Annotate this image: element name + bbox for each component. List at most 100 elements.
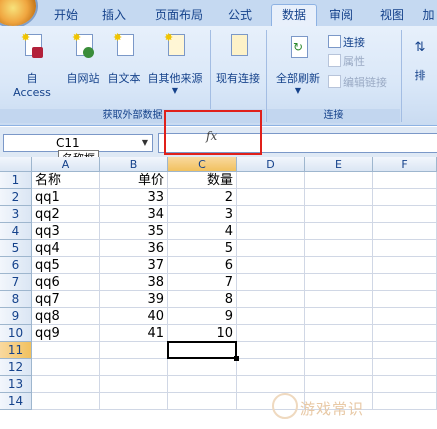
cell-f12[interactable] xyxy=(373,359,437,376)
tab-view[interactable]: 视图 xyxy=(374,5,410,25)
refresh-all-button[interactable]: ↻ 全部刷新 ▼ xyxy=(270,34,326,95)
cell-b12[interactable] xyxy=(100,359,168,376)
cell-d13[interactable] xyxy=(237,376,305,393)
tab-data[interactable]: 数据 xyxy=(271,4,317,27)
cell-a12[interactable] xyxy=(32,359,100,376)
cell-e2[interactable] xyxy=(305,189,373,206)
cell-d3[interactable] xyxy=(237,206,305,223)
cell-b1[interactable]: 单价 xyxy=(100,172,168,189)
cell-a1[interactable]: 名称 xyxy=(32,172,100,189)
cell-d8[interactable] xyxy=(237,291,305,308)
cell-d6[interactable] xyxy=(237,257,305,274)
cell-e11[interactable] xyxy=(305,342,373,359)
cell-a10[interactable]: qq9 xyxy=(32,325,100,342)
cell-a5[interactable]: qq4 xyxy=(32,240,100,257)
row-header-11[interactable]: 11 xyxy=(0,342,32,359)
sort-button[interactable]: ⇅ 排 xyxy=(405,40,435,83)
cell-e13[interactable] xyxy=(305,376,373,393)
cell-e10[interactable] xyxy=(305,325,373,342)
cell-e5[interactable] xyxy=(305,240,373,257)
cell-b9[interactable]: 40 xyxy=(100,308,168,325)
tab-review[interactable]: 审阅 xyxy=(323,5,359,25)
from-text-button[interactable]: ✸ 自文本 xyxy=(104,32,144,86)
cell-b2[interactable]: 33 xyxy=(100,189,168,206)
cell-a4[interactable]: qq3 xyxy=(32,223,100,240)
cell-b3[interactable]: 34 xyxy=(100,206,168,223)
cell-a9[interactable]: qq8 xyxy=(32,308,100,325)
row-header-1[interactable]: 1 xyxy=(0,172,32,189)
cell-b11[interactable] xyxy=(100,342,168,359)
cell-f11[interactable] xyxy=(373,342,437,359)
row-header-13[interactable]: 13 xyxy=(0,376,32,393)
cell-f1[interactable] xyxy=(373,172,437,189)
cell-c1[interactable]: 数量 xyxy=(168,172,237,189)
fill-handle[interactable] xyxy=(234,356,239,361)
office-button[interactable] xyxy=(0,0,36,26)
cell-d9[interactable] xyxy=(237,308,305,325)
tab-home[interactable]: 开始 xyxy=(48,5,84,25)
cell-c2[interactable]: 2 xyxy=(168,189,237,206)
column-header-c[interactable]: C xyxy=(168,157,237,172)
cell-c3[interactable]: 3 xyxy=(168,206,237,223)
row-header-7[interactable]: 7 xyxy=(0,274,32,291)
from-access-button[interactable]: ✸ 自 Access xyxy=(6,32,58,99)
row-header-12[interactable]: 12 xyxy=(0,359,32,376)
cell-d12[interactable] xyxy=(237,359,305,376)
cell-a14[interactable] xyxy=(32,393,100,410)
cell-d2[interactable] xyxy=(237,189,305,206)
tab-page-layout[interactable]: 页面布局 xyxy=(147,5,211,25)
cell-b4[interactable]: 35 xyxy=(100,223,168,240)
cell-d11[interactable] xyxy=(237,342,305,359)
cell-e6[interactable] xyxy=(305,257,373,274)
existing-connections-button[interactable]: 现有连接 xyxy=(213,32,263,86)
tab-formulas[interactable]: 公式 xyxy=(220,5,260,25)
cell-d1[interactable] xyxy=(237,172,305,189)
cell-c6[interactable]: 6 xyxy=(168,257,237,274)
row-header-10[interactable]: 10 xyxy=(0,325,32,342)
chevron-down-icon[interactable]: ▼ xyxy=(142,135,148,151)
cell-e4[interactable] xyxy=(305,223,373,240)
cell-c7[interactable]: 7 xyxy=(168,274,237,291)
cell-c4[interactable]: 4 xyxy=(168,223,237,240)
cell-e8[interactable] xyxy=(305,291,373,308)
column-header-e[interactable]: E xyxy=(305,157,373,172)
cell-f4[interactable] xyxy=(373,223,437,240)
row-header-3[interactable]: 3 xyxy=(0,206,32,223)
row-header-14[interactable]: 14 xyxy=(0,393,32,410)
cell-c9[interactable]: 9 xyxy=(168,308,237,325)
cell-e1[interactable] xyxy=(305,172,373,189)
row-header-9[interactable]: 9 xyxy=(0,308,32,325)
cell-f10[interactable] xyxy=(373,325,437,342)
cell-b5[interactable]: 36 xyxy=(100,240,168,257)
cell-f3[interactable] xyxy=(373,206,437,223)
cell-c8[interactable]: 8 xyxy=(168,291,237,308)
cell-f5[interactable] xyxy=(373,240,437,257)
cell-d4[interactable] xyxy=(237,223,305,240)
cell-c10[interactable]: 10 xyxy=(168,325,237,342)
cell-b7[interactable]: 38 xyxy=(100,274,168,291)
cell-b8[interactable]: 39 xyxy=(100,291,168,308)
cell-a11[interactable] xyxy=(32,342,100,359)
cell-d10[interactable] xyxy=(237,325,305,342)
column-header-d[interactable]: D xyxy=(237,157,305,172)
row-header-5[interactable]: 5 xyxy=(0,240,32,257)
column-header-b[interactable]: B xyxy=(100,157,168,172)
row-header-8[interactable]: 8 xyxy=(0,291,32,308)
cell-c13[interactable] xyxy=(168,376,237,393)
tab-addins[interactable]: 加 xyxy=(420,5,437,25)
cell-a7[interactable]: qq6 xyxy=(32,274,100,291)
cell-b6[interactable]: 37 xyxy=(100,257,168,274)
cell-b14[interactable] xyxy=(100,393,168,410)
cell-d7[interactable] xyxy=(237,274,305,291)
cell-e7[interactable] xyxy=(305,274,373,291)
cell-f7[interactable] xyxy=(373,274,437,291)
cell-c14[interactable] xyxy=(168,393,237,410)
cell-d5[interactable] xyxy=(237,240,305,257)
from-other-sources-button[interactable]: ✸ 自其他来源 ▼ xyxy=(144,32,206,95)
row-header-6[interactable]: 6 xyxy=(0,257,32,274)
row-header-4[interactable]: 4 xyxy=(0,223,32,240)
column-header-f[interactable]: F xyxy=(373,157,437,172)
cell-b13[interactable] xyxy=(100,376,168,393)
cell-f14[interactable] xyxy=(373,393,437,410)
cell-b10[interactable]: 41 xyxy=(100,325,168,342)
